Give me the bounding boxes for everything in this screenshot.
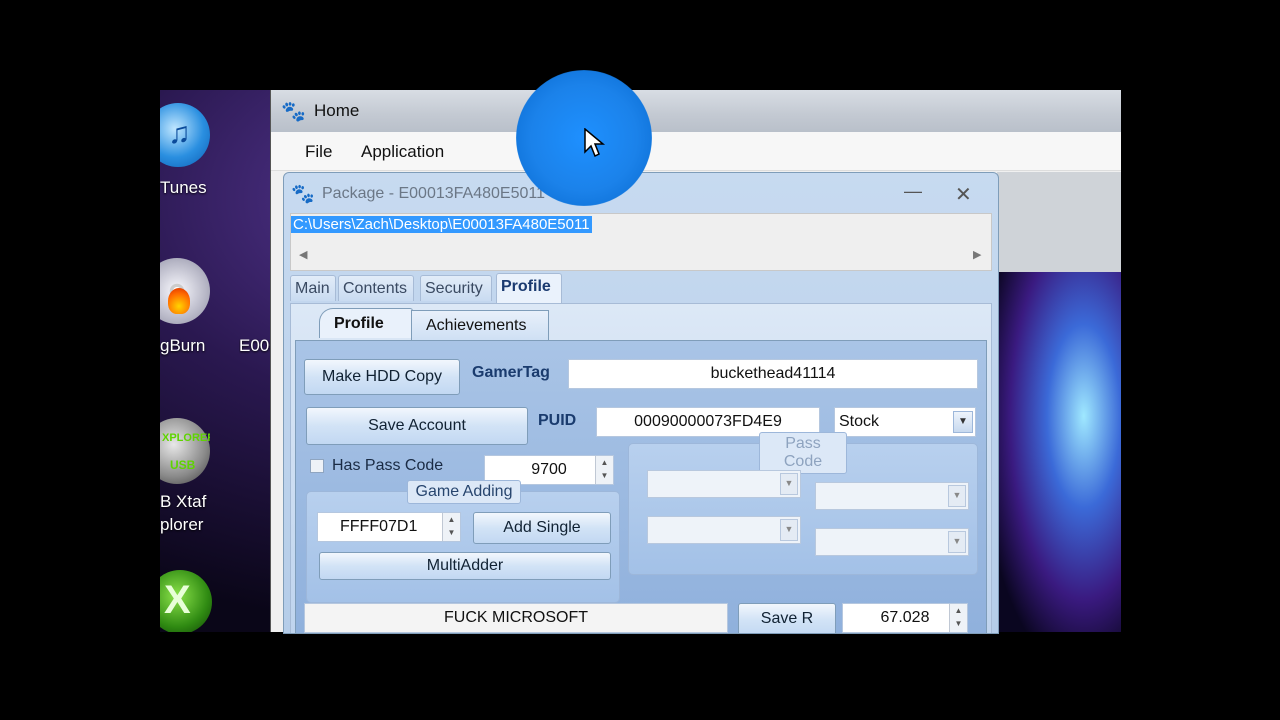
spinner-icon[interactable]: ▲ ▼ xyxy=(442,513,460,541)
paw-icon: 🐾 xyxy=(291,184,315,205)
spinner-icon[interactable]: ▲ ▼ xyxy=(595,456,613,484)
pass-code-select-1[interactable]: ▼ xyxy=(647,470,801,498)
number-field[interactable]: 67.028 ▲ ▼ xyxy=(842,603,968,633)
background-art xyxy=(997,272,1121,632)
title-id-value: FFFF07D1 xyxy=(340,518,418,535)
subtab-achievements[interactable]: Achievements xyxy=(411,310,549,340)
path-textbox[interactable]: C:\Users\Zach\Desktop\E00013FA480E5011 ◀… xyxy=(290,213,992,271)
pass-code-select-4[interactable]: ▼ xyxy=(815,528,969,556)
title-id-field[interactable]: FFFF07D1 ▲ ▼ xyxy=(317,512,461,542)
desktop-file-label: E000 xyxy=(239,336,270,355)
menu-bar: File Application xyxy=(271,132,1121,171)
chevron-down-icon: ▼ xyxy=(948,485,966,507)
desktop-icon-label: gBurn xyxy=(160,336,206,355)
desktop-icon-label: plorer xyxy=(160,515,204,534)
account-type-value: Stock xyxy=(839,413,880,430)
chevron-down-icon: ▼ xyxy=(948,531,966,553)
scroll-right-icon[interactable]: ▶ xyxy=(973,248,981,261)
multi-adder-button[interactable]: MultiAdder xyxy=(319,552,611,580)
gamertag-label: GamerTag xyxy=(472,364,550,381)
tab-contents[interactable]: Contents xyxy=(338,275,414,301)
make-hdd-copy-button[interactable]: Make HDD Copy xyxy=(304,359,460,395)
save-account-button[interactable]: Save Account xyxy=(306,407,528,445)
game-adding-group-title: Game Adding xyxy=(407,480,521,504)
subtab-profile[interactable]: Profile xyxy=(319,308,413,338)
pass-code-number-value: 9700 xyxy=(531,461,567,478)
has-pass-code-checkbox[interactable] xyxy=(310,459,324,473)
home-content-area xyxy=(997,172,1121,272)
profile-panel: Make HDD Copy GamerTag buckethead41114 S… xyxy=(295,340,987,633)
desktop-icon-label: B Xtaf xyxy=(160,492,207,511)
scroll-left-icon[interactable]: ◀ xyxy=(299,248,307,261)
motto-field[interactable]: FUCK MICROSOFT xyxy=(304,603,728,633)
pass-code-group-title: Pass Code xyxy=(759,432,847,474)
puid-label: PUID xyxy=(538,412,577,429)
number-value: 67.028 xyxy=(880,609,930,626)
home-title-bar[interactable]: 🐾 Home xyxy=(271,90,1121,132)
itunes-icon: ♫ xyxy=(160,103,210,167)
paw-icon: 🐾 xyxy=(281,101,306,123)
has-pass-code-label: Has Pass Code xyxy=(332,457,444,474)
tab-main[interactable]: Main xyxy=(290,275,336,301)
pass-code-select-2[interactable]: ▼ xyxy=(815,482,969,510)
chevron-down-icon[interactable]: ▼ xyxy=(953,411,973,433)
partial-button[interactable]: Save R xyxy=(738,603,836,633)
xtaf-explorer-icon: XPLORER USB xyxy=(160,418,210,484)
package-window: 🐾 Package - E00013FA480E5011 — ✕ C:\User… xyxy=(283,172,999,634)
pass-code-select-3[interactable]: ▼ xyxy=(647,516,801,544)
game-adding-group: Game Adding FFFF07D1 ▲ ▼ Add Single Multi… xyxy=(306,480,620,603)
spinner-icon[interactable]: ▲ ▼ xyxy=(949,604,967,632)
menu-application[interactable]: Application xyxy=(361,142,444,162)
tab-security[interactable]: Security xyxy=(420,275,492,301)
profile-tab-panel: Profile Achievements Make HDD Copy Gamer… xyxy=(290,303,992,633)
imgburn-icon xyxy=(160,258,210,324)
desktop-icon-label: Tunes xyxy=(160,178,207,197)
home-window-title: Home xyxy=(314,101,360,120)
xbox-icon: X xyxy=(160,570,212,632)
add-single-button[interactable]: Add Single xyxy=(473,512,611,544)
package-window-title: Package - E00013FA480E5011 xyxy=(322,185,545,202)
account-type-select[interactable]: Stock ▼ xyxy=(834,407,976,437)
chevron-down-icon: ▼ xyxy=(780,473,798,495)
mouse-pointer-icon xyxy=(584,128,606,158)
tab-profile[interactable]: Profile xyxy=(496,273,562,303)
chevron-down-icon: ▼ xyxy=(780,519,798,541)
gamertag-field[interactable]: buckethead41114 xyxy=(568,359,978,389)
minimize-icon[interactable]: — xyxy=(904,181,922,202)
close-icon[interactable]: ✕ xyxy=(955,182,972,207)
package-title-bar[interactable]: 🐾 Package - E00013FA480E5011 — ✕ xyxy=(284,173,998,213)
selected-path-text: C:\Users\Zach\Desktop\E00013FA480E5011 xyxy=(291,216,592,233)
pass-code-group: Pass Code ▼ ▼ ▼ ▼ xyxy=(628,432,978,575)
menu-file[interactable]: File xyxy=(305,142,332,162)
